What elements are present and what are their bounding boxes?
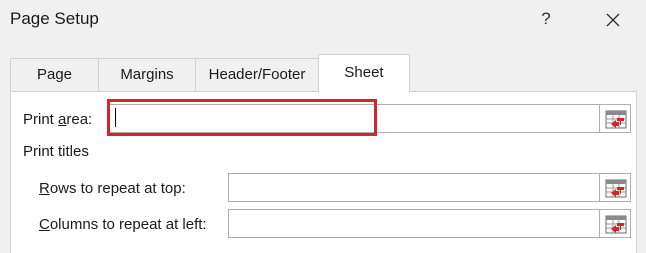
dialog-title: Page Setup — [10, 9, 99, 28]
collapse-dialog-icon — [605, 110, 627, 129]
close-icon — [606, 13, 620, 27]
cols-repeat-input[interactable] — [228, 209, 600, 238]
cols-repeat-label: Columns to repeat at left: — [39, 216, 207, 233]
collapse-dialog-icon — [605, 179, 627, 198]
text-caret — [115, 108, 116, 127]
help-button[interactable]: ? — [532, 5, 560, 33]
print-titles-label: Print titles — [23, 143, 89, 160]
tab-sheet[interactable]: Sheet — [318, 54, 410, 93]
rows-repeat-label-post: ows to repeat at top: — [49, 180, 186, 197]
cols-repeat-label-post: olumns to repeat at left: — [49, 216, 207, 233]
print-area-input[interactable] — [108, 104, 600, 133]
print-area-label: Print area: — [23, 111, 92, 128]
tab-page[interactable]: Page — [10, 58, 99, 92]
rows-repeat-collapse-button[interactable] — [599, 173, 631, 202]
cols-repeat-collapse-button[interactable] — [599, 209, 631, 238]
title-bar: Page Setup ? — [0, 0, 646, 40]
collapse-dialog-icon — [605, 215, 627, 234]
print-area-label-pre: Print — [23, 111, 59, 128]
rows-repeat-field[interactable] — [229, 174, 599, 201]
sheet-panel: Print area: Print titles Rows to repeat … — [10, 91, 637, 253]
page-setup-dialog: Page Setup ? Page Margins Header/Footer … — [0, 0, 646, 253]
tab-header-footer[interactable]: Header/Footer — [195, 58, 319, 92]
close-button[interactable] — [598, 6, 628, 34]
print-area-field[interactable] — [109, 105, 599, 132]
tab-margins[interactable]: Margins — [98, 58, 196, 92]
cols-repeat-label-accel: C — [39, 216, 50, 233]
rows-repeat-label-accel: R — [39, 180, 50, 197]
rows-repeat-input[interactable] — [228, 173, 600, 202]
print-area-collapse-button[interactable] — [599, 104, 631, 133]
rows-repeat-label: Rows to repeat at top: — [39, 180, 186, 197]
print-area-label-post: rea: — [66, 111, 93, 128]
cols-repeat-field[interactable] — [229, 210, 599, 237]
